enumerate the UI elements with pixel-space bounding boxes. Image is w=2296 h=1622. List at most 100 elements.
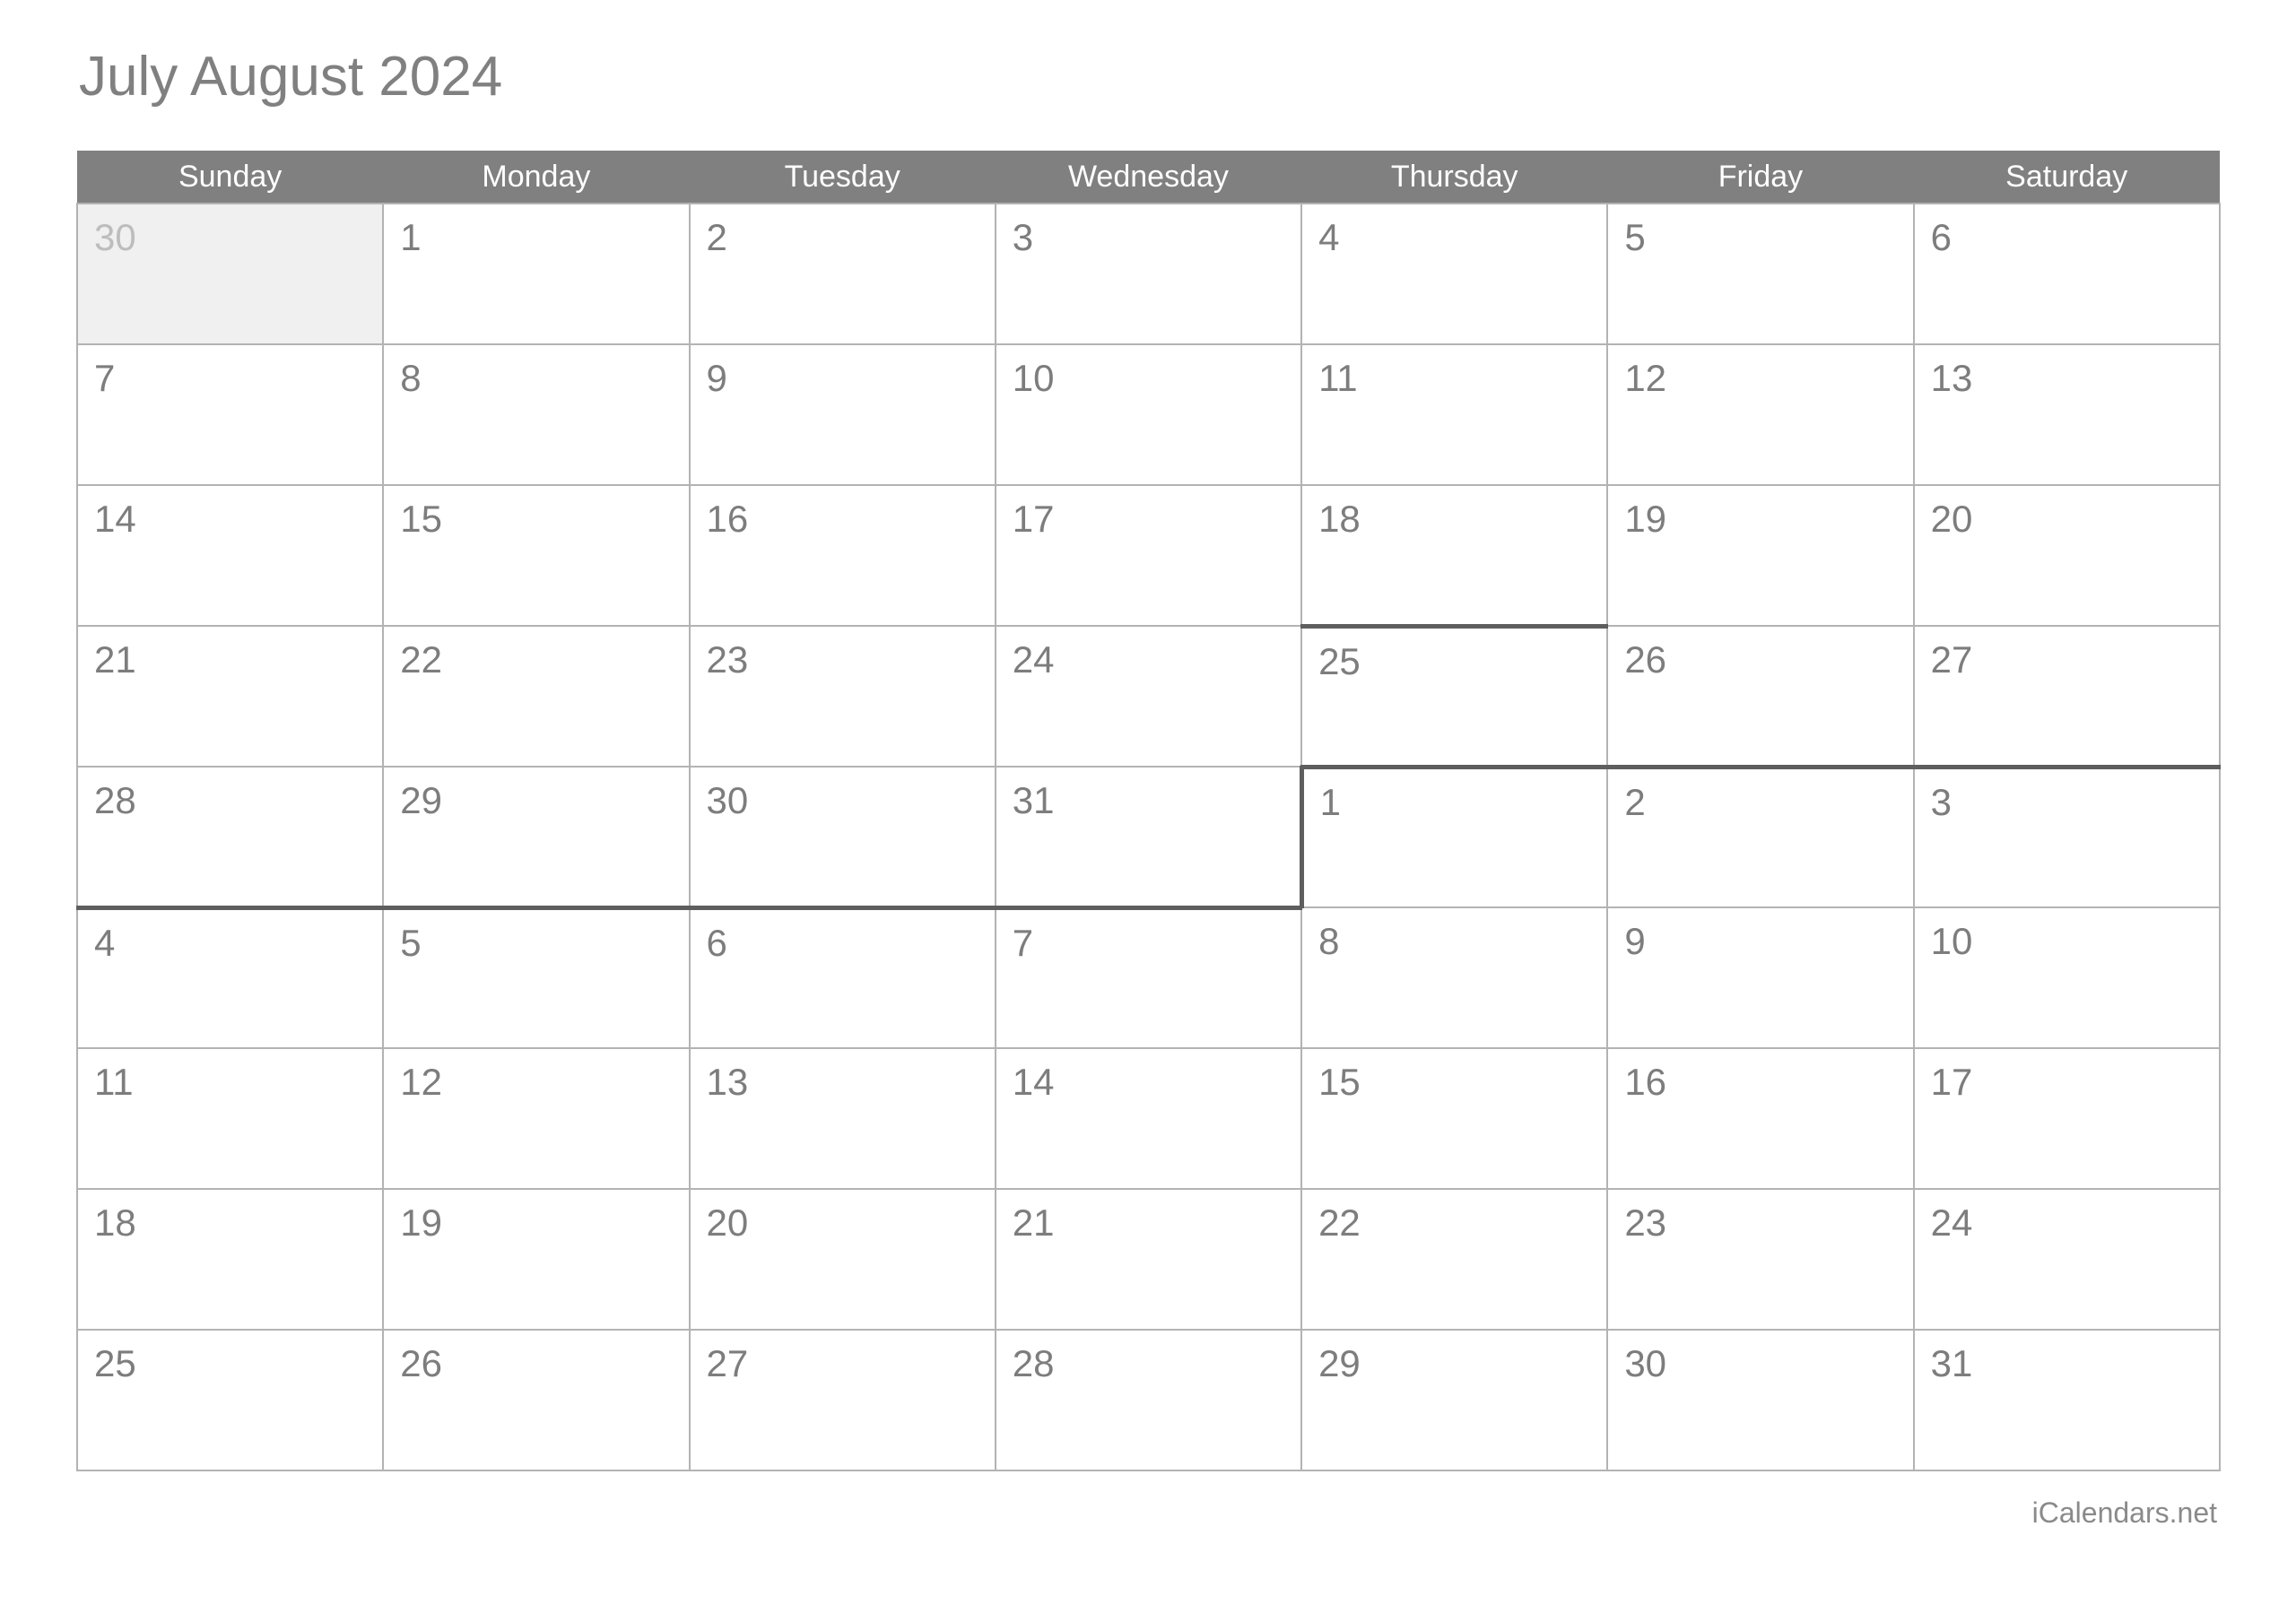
calendar-day-cell[interactable]: 11 — [1301, 344, 1609, 486]
day-number: 8 — [1318, 920, 1340, 962]
calendar-day-cell[interactable]: 8 — [1301, 907, 1609, 1049]
calendar-day-cell[interactable]: 29 — [1301, 1330, 1609, 1471]
day-number: 26 — [400, 1342, 442, 1384]
calendar-day-cell[interactable]: 2 — [689, 203, 996, 345]
calendar-day-cell[interactable]: 9 — [689, 344, 996, 486]
calendar-day-cell[interactable]: 4 — [1301, 203, 1609, 345]
calendar-day-cell[interactable]: 30 — [689, 767, 996, 910]
calendar-day-cell[interactable]: 9 — [1607, 907, 1915, 1049]
calendar-day-cell[interactable]: 5 — [383, 907, 691, 1049]
calendar-day-cell[interactable]: 14 — [75, 485, 385, 627]
calendar-day-cell[interactable]: 25 — [75, 1330, 385, 1471]
day-number: 27 — [706, 1342, 749, 1384]
calendar-day-cell[interactable]: 10 — [995, 344, 1303, 486]
day-number: 4 — [1318, 216, 1340, 258]
calendar-day-cell[interactable]: 1 — [383, 203, 691, 345]
day-number: 14 — [94, 498, 136, 540]
day-number: 25 — [94, 1342, 136, 1384]
calendar-day-cell[interactable]: 2 — [1607, 764, 1915, 908]
calendar-week-row: 11 12 13 14 15 16 17 — [75, 1048, 2221, 1190]
calendar-day-cell[interactable]: 6 — [1913, 203, 2221, 345]
calendar-day-cell[interactable]: 18 — [1301, 485, 1609, 627]
day-number: 17 — [1930, 1061, 1973, 1103]
day-number: 21 — [94, 638, 136, 681]
weekday-header-saturday: Saturday — [1913, 151, 2220, 204]
weekday-header-wednesday: Wednesday — [995, 151, 1302, 204]
day-number: 7 — [94, 357, 116, 399]
calendar-day-cell[interactable]: 25 — [1301, 623, 1609, 768]
calendar-day-cell[interactable]: 29 — [383, 767, 691, 910]
calendar-day-cell[interactable]: 30 — [1607, 1330, 1915, 1471]
calendar-day-cell[interactable]: 31 — [1913, 1330, 2221, 1471]
day-number: 29 — [400, 779, 442, 821]
calendar-day-cell[interactable]: 11 — [75, 1048, 385, 1190]
calendar-day-cell[interactable]: 22 — [1301, 1189, 1609, 1331]
calendar-day-cell[interactable]: 31 — [995, 767, 1303, 910]
calendar-day-cell[interactable]: 21 — [75, 626, 385, 768]
calendar-day-cell[interactable]: 3 — [1913, 764, 2221, 908]
day-number: 5 — [400, 921, 422, 964]
calendar-day-cell[interactable]: 28 — [995, 1330, 1303, 1471]
day-number: 2 — [1624, 780, 1646, 823]
calendar-day-cell[interactable]: 7 — [75, 344, 385, 486]
calendar-day-cell[interactable]: 27 — [689, 1330, 996, 1471]
calendar-day-cell[interactable]: 20 — [1913, 485, 2221, 627]
calendar-day-cell[interactable]: 28 — [75, 767, 385, 910]
calendar-body: 30 1 2 3 4 5 6 7 8 9 10 11 12 13 14 15 16 17 18 19 20 21 22 23 2… — [75, 203, 2221, 1471]
day-number: 4 — [94, 921, 116, 964]
calendar-day-cell[interactable]: 7 — [995, 907, 1303, 1049]
calendar-day-cell[interactable]: 26 — [1607, 626, 1915, 768]
calendar-day-cell[interactable]: 4 — [75, 907, 385, 1049]
day-number: 22 — [400, 638, 442, 681]
calendar-day-cell[interactable]: 3 — [995, 203, 1303, 345]
calendar-day-cell[interactable]: 19 — [1607, 485, 1915, 627]
calendar-day-cell[interactable]: 1 — [1299, 764, 1609, 908]
calendar-day-cell[interactable]: 20 — [689, 1189, 996, 1331]
calendar-day-cell[interactable]: 18 — [75, 1189, 385, 1331]
day-number: 14 — [1012, 1061, 1055, 1103]
calendar-day-cell[interactable]: 12 — [1607, 344, 1915, 486]
calendar-day-cell[interactable]: 12 — [383, 1048, 691, 1190]
day-number: 13 — [706, 1061, 749, 1103]
calendar-day-cell[interactable]: 8 — [383, 344, 691, 486]
day-number: 23 — [1624, 1201, 1667, 1244]
calendar-day-cell[interactable]: 21 — [995, 1189, 1303, 1331]
calendar-day-cell[interactable]: 14 — [995, 1048, 1303, 1190]
day-number: 28 — [94, 779, 136, 821]
day-number: 15 — [1318, 1061, 1361, 1103]
calendar-day-cell[interactable]: 23 — [1607, 1189, 1915, 1331]
day-number: 20 — [1930, 498, 1973, 540]
day-number: 27 — [1930, 638, 1973, 681]
calendar-day-cell[interactable]: 27 — [1913, 626, 2221, 768]
calendar-day-cell[interactable]: 17 — [1913, 1048, 2221, 1190]
footer-credit[interactable]: iCalendars.net — [2032, 1496, 2217, 1530]
calendar-table: Sunday Monday Tuesday Wednesday Thursday Frid… — [75, 151, 2221, 1471]
calendar-day-cell[interactable]: 23 — [689, 626, 996, 768]
day-number: 31 — [1012, 779, 1055, 821]
calendar-day-cell[interactable]: 22 — [383, 626, 691, 768]
day-number: 6 — [706, 921, 727, 964]
calendar-day-cell[interactable]: 19 — [383, 1189, 691, 1331]
calendar-day-cell[interactable]: 16 — [1607, 1048, 1915, 1190]
day-number: 6 — [1930, 216, 1952, 258]
calendar-day-cell[interactable]: 15 — [383, 485, 691, 627]
day-number: 16 — [1624, 1061, 1667, 1103]
calendar-day-cell[interactable]: 24 — [995, 626, 1303, 768]
calendar-day-cell[interactable]: 5 — [1607, 203, 1915, 345]
day-number: 24 — [1012, 638, 1055, 681]
calendar-week-row: 25 26 27 28 29 30 31 — [75, 1330, 2221, 1471]
calendar-day-cell[interactable]: 17 — [995, 485, 1303, 627]
calendar-day-cell[interactable]: 26 — [383, 1330, 691, 1471]
calendar-day-cell[interactable]: 13 — [689, 1048, 996, 1190]
calendar-day-cell[interactable]: 6 — [689, 907, 996, 1049]
calendar-day-cell[interactable]: 15 — [1301, 1048, 1609, 1190]
calendar-day-cell[interactable]: 24 — [1913, 1189, 2221, 1331]
day-number: 19 — [1624, 498, 1667, 540]
calendar-day-cell[interactable]: 30 — [75, 203, 385, 345]
page-title: July August 2024 — [79, 46, 503, 108]
day-number: 28 — [1012, 1342, 1055, 1384]
calendar-day-cell[interactable]: 16 — [689, 485, 996, 627]
calendar-day-cell[interactable]: 13 — [1913, 344, 2221, 486]
calendar-day-cell[interactable]: 10 — [1913, 907, 2221, 1049]
calendar-grid-container: Sunday Monday Tuesday Wednesday Thursday Frid… — [75, 151, 2221, 1471]
